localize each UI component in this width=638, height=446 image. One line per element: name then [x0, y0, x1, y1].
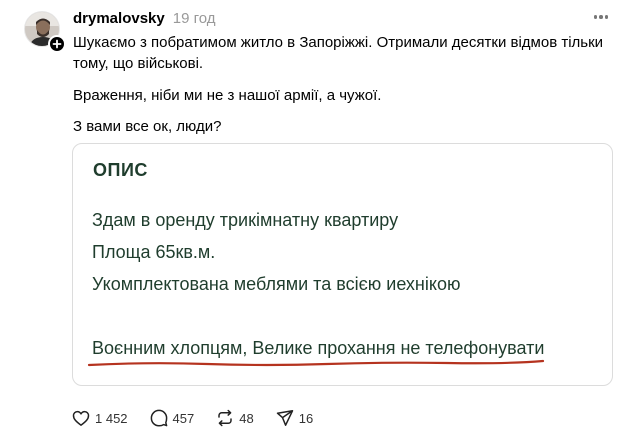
more-icon[interactable]	[590, 8, 612, 26]
avatar-container[interactable]	[24, 11, 66, 53]
share-button[interactable]: 16	[276, 409, 313, 427]
like-button[interactable]: 1 452	[72, 410, 128, 427]
like-count: 1 452	[95, 410, 128, 426]
card-title: ОПИС	[93, 160, 148, 180]
repost-icon	[218, 409, 232, 427]
heart-icon	[72, 410, 90, 426]
post-text-paragraph-1: Шукаємо з побратимом житло в Запоріжжі. …	[73, 34, 604, 72]
post-header: drymalovsky 19 год	[73, 10, 216, 30]
card-line-4: Воєнним хлопцям, Велике прохання не теле…	[92, 338, 545, 358]
card-line-3: Укомплектована меблями та всією иехнікою	[92, 274, 461, 294]
post-time[interactable]: 19 год	[173, 10, 216, 27]
repost-button[interactable]: 48	[216, 409, 254, 427]
post-actions: 1 452 457 48 16	[72, 408, 335, 428]
red-underline	[87, 359, 545, 367]
attached-image-card[interactable]: ОПИС Здам в оренду трикімнатну квартиру …	[72, 143, 613, 386]
reply-count: 457	[172, 410, 195, 426]
repost-count: 48	[239, 410, 254, 426]
comment-icon	[150, 409, 167, 427]
post-text-paragraph-2: Враження, ніби ми не з нашої армії, а чу…	[73, 87, 382, 104]
reply-button[interactable]: 457	[150, 409, 195, 427]
share-count: 16	[298, 410, 314, 426]
card-line-1: Здам в оренду трикімнатну квартиру	[92, 210, 399, 230]
plus-icon[interactable]	[48, 35, 66, 53]
share-icon	[276, 410, 293, 426]
username[interactable]: drymalovsky	[73, 10, 165, 27]
post-text-paragraph-3: З вами все ок, люди?	[73, 118, 222, 135]
card-line-2: Площа 65кв.м.	[92, 242, 216, 262]
thread-post: drymalovsky 19 год Шукаємо з побратимом …	[0, 0, 638, 446]
